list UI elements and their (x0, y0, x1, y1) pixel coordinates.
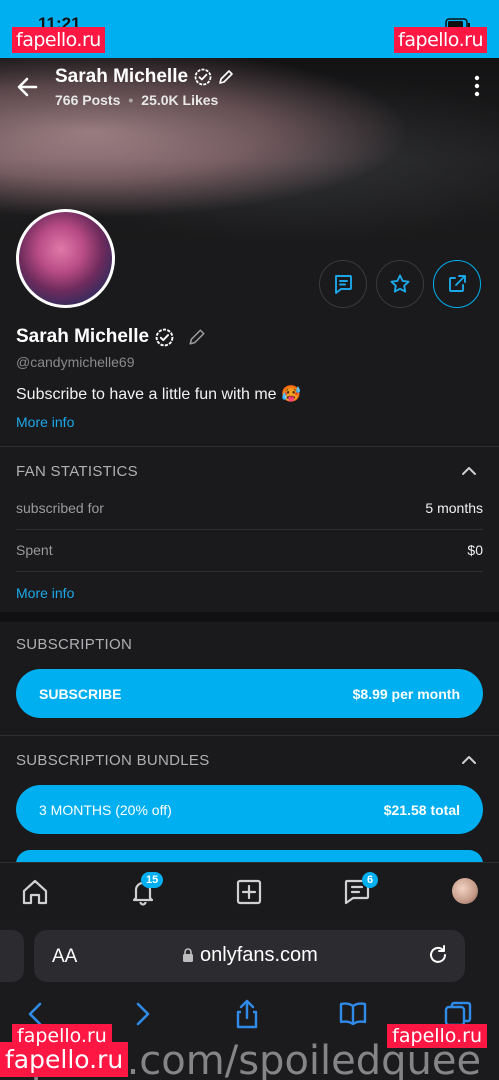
watermark-bottom-left: fapello.ru (12, 1024, 112, 1048)
lock-icon (183, 948, 193, 962)
header-name: Sarah Michelle (55, 66, 189, 87)
edit-pencil-icon[interactable] (218, 69, 234, 85)
bundles-title: SUBSCRIPTION BUNDLES (16, 752, 210, 769)
stat-row-spent: Spent $0 (16, 530, 483, 570)
verified-badge-icon (194, 68, 212, 86)
user-avatar-icon[interactable] (452, 878, 478, 904)
bundle-price: $21.58 total (383, 801, 460, 818)
messages-badge: 6 (362, 872, 378, 888)
home-icon[interactable] (19, 876, 51, 908)
forward-chevron-icon[interactable] (126, 998, 158, 1030)
bundle-button[interactable]: 3 MONTHS (20% off) $21.58 total (16, 785, 483, 834)
stat-row-subscribed: subscribed for 5 months (16, 488, 483, 528)
previous-tab[interactable] (0, 930, 24, 982)
stat-label: subscribed for (16, 500, 104, 516)
posts-count: 766 Posts (55, 92, 121, 108)
divider (0, 446, 499, 447)
divider (0, 735, 499, 736)
profile-name: Sarah Michelle (16, 326, 206, 348)
fan-statistics-title: FAN STATISTICS (16, 463, 138, 480)
chevron-up-icon[interactable] (461, 466, 477, 476)
header-title: Sarah Michelle (55, 66, 234, 88)
stat-value: 5 months (425, 500, 483, 516)
watermark-top-left: fapello.ru (12, 27, 105, 53)
subscription-title: SUBSCRIPTION (16, 636, 133, 653)
subscribe-price: $8.99 per month (352, 685, 460, 702)
star-icon (390, 274, 410, 293)
url-text: onlyfans.com (182, 944, 318, 967)
watermark-bottom-right: fapello.ru (387, 1024, 487, 1048)
edit-pencil-icon[interactable] (188, 328, 206, 346)
share-button[interactable] (433, 260, 481, 308)
more-info-link[interactable]: More info (16, 414, 74, 430)
favorite-button[interactable] (376, 260, 424, 308)
stat-value: $0 (467, 542, 483, 558)
bookmarks-icon[interactable] (337, 998, 369, 1030)
stat-label: Spent (16, 542, 53, 558)
message-icon (335, 275, 352, 294)
reload-icon[interactable] (427, 944, 449, 966)
back-arrow-icon[interactable] (14, 73, 42, 101)
fan-stats-more-info-link[interactable]: More info (16, 585, 74, 601)
profile-handle: @candymichelle69 (16, 354, 135, 370)
share-icon (449, 275, 466, 292)
notifications-badge: 15 (141, 872, 164, 888)
bundle-label: 3 MONTHS (20% off) (39, 801, 172, 818)
add-post-icon[interactable] (233, 876, 265, 908)
reader-aa-button[interactable]: AA (52, 946, 77, 968)
message-button[interactable] (319, 260, 367, 308)
watermark-top-right: fapello.ru (394, 27, 487, 53)
bottom-tab-bar: 15 6 (0, 862, 499, 920)
subscribe-button[interactable]: SUBSCRIBE $8.99 per month (16, 669, 483, 718)
address-bar[interactable]: AA onlyfans.com (34, 930, 465, 982)
profile-bio: Subscribe to have a little fun with me 🥵 (16, 386, 301, 403)
likes-count: 25.0K Likes (141, 92, 219, 108)
chevron-up-icon[interactable] (461, 755, 477, 765)
verified-badge-icon (155, 328, 174, 346)
subscribe-label: SUBSCRIBE (39, 685, 122, 702)
share-sheet-icon[interactable] (231, 998, 263, 1030)
header-stats: 766 Posts • 25.0K Likes (55, 92, 219, 108)
avatar[interactable] (16, 209, 115, 308)
profile-name-text: Sarah Michelle (16, 326, 150, 347)
url-domain: onlyfans.com (200, 944, 318, 966)
more-options-icon[interactable] (473, 74, 481, 98)
